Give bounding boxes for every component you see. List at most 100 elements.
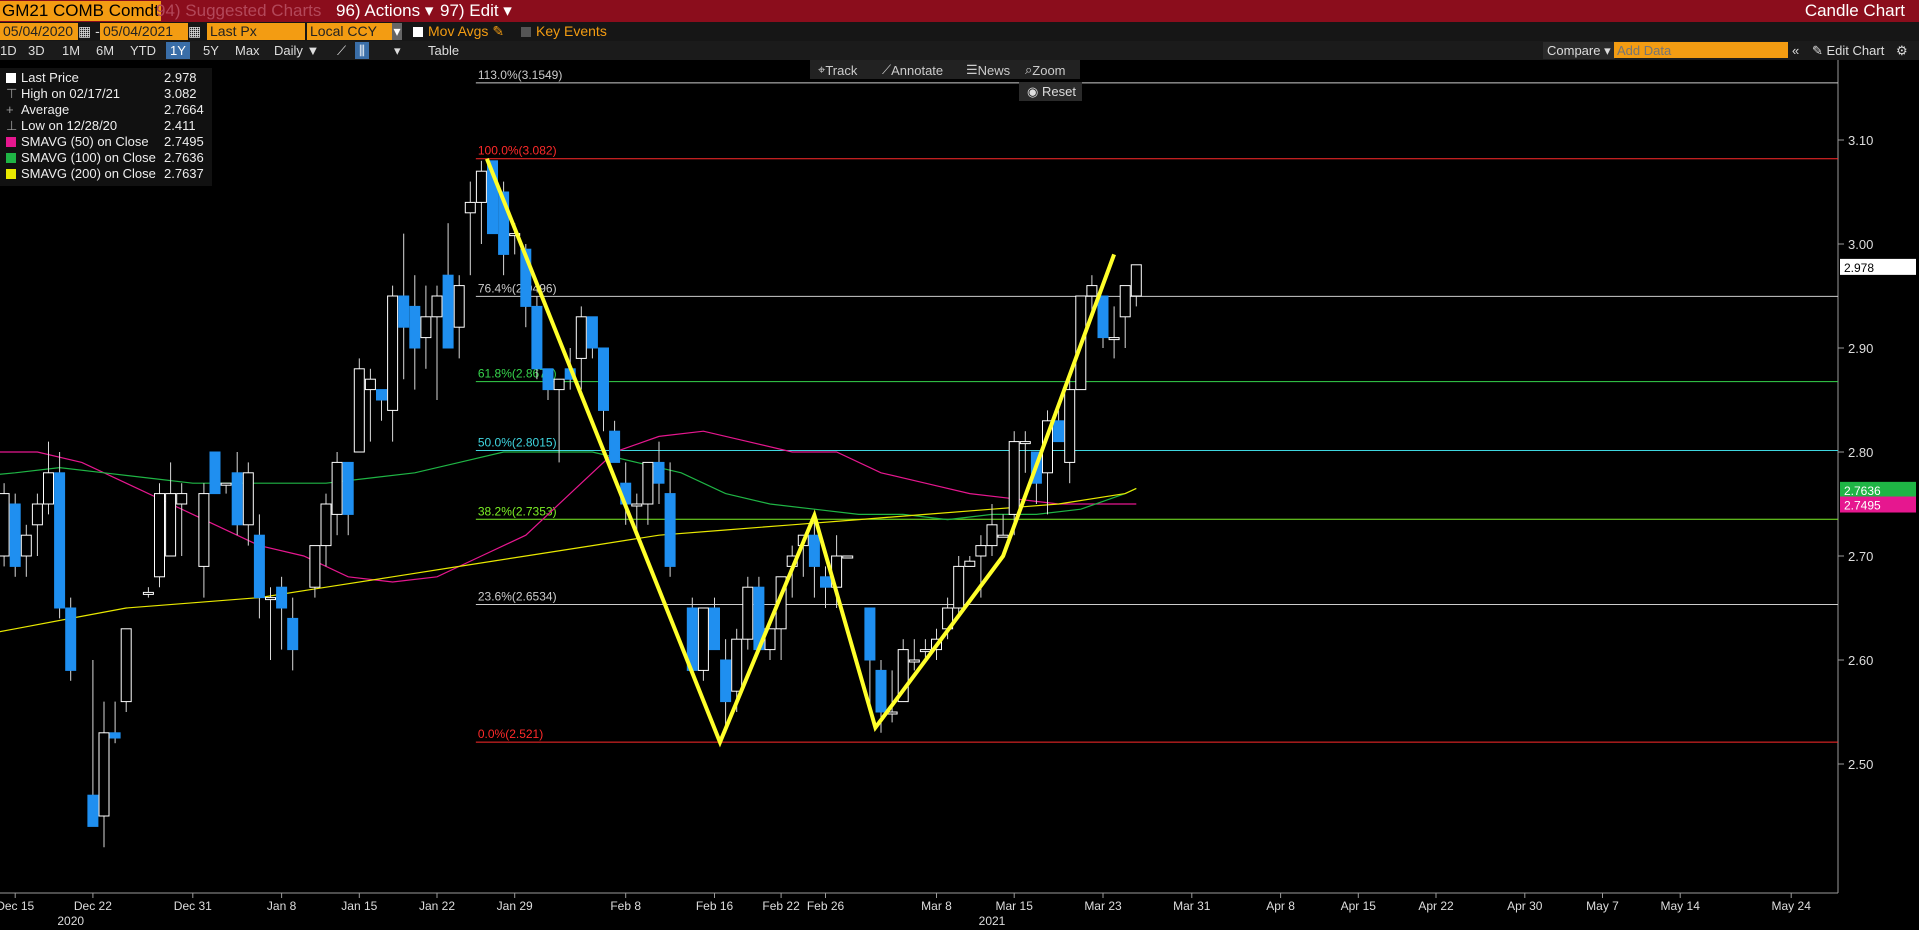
legend-swatch — [6, 169, 16, 179]
candle-body — [287, 617, 299, 651]
range-max[interactable]: Max — [235, 42, 260, 59]
chevron-down-icon[interactable]: ▾ — [394, 42, 401, 59]
candle-body — [642, 461, 654, 505]
legend-value: 2.7636 — [164, 150, 204, 165]
line-chart-icon[interactable]: ⟋ — [337, 42, 346, 59]
range-6m[interactable]: 6M — [96, 42, 114, 59]
calendar-icon[interactable]: ▦ — [188, 23, 201, 40]
key-events-toggle[interactable]: Key Events — [521, 23, 607, 40]
x-tick-label: Apr 15 — [1341, 899, 1377, 913]
candle-body — [598, 347, 609, 411]
candle-body — [820, 576, 831, 588]
candle-body — [353, 368, 365, 453]
candle-body — [542, 368, 554, 391]
candle-body — [453, 285, 465, 328]
legend-sma50: SMAVG (50) on Close — [6, 134, 149, 150]
currency-select[interactable]: Local CCY — [307, 23, 398, 40]
candle-body — [709, 607, 720, 651]
candle-body — [464, 201, 476, 214]
candle-body — [20, 534, 32, 557]
legend-sma200: SMAVG (200) on Close — [6, 166, 156, 182]
mov-avgs-label: Mov Avgs — [428, 23, 489, 39]
y-tick-label: 2.70 — [1848, 549, 1873, 564]
x-tick-label: Mar 15 — [996, 899, 1034, 913]
price-field-select[interactable]: Last Px — [207, 23, 305, 40]
candle-body — [87, 794, 99, 827]
candle-body — [409, 305, 421, 349]
compare-menu[interactable]: Compare ▾ — [1543, 42, 1615, 59]
chart-settings-bar: 05/04/2020 ▦ - 05/04/2021 ▦ Last Px Loca… — [0, 22, 1919, 41]
candle-body — [1064, 389, 1076, 463]
chevron-down-icon[interactable]: ▾ — [392, 23, 402, 40]
start-date-field[interactable]: 05/04/2020 — [0, 23, 78, 40]
candle-body — [54, 472, 66, 609]
x-tick-label: Jan 29 — [497, 899, 533, 913]
fib-level-label: 50.0%(2.8015) — [478, 435, 557, 449]
candle-body — [664, 493, 676, 567]
suggested-charts-menu[interactable]: 94) Suggested Charts — [156, 1, 321, 21]
candle-body — [919, 649, 931, 653]
mov-avgs-toggle[interactable]: Mov Avgs ✎ — [413, 23, 504, 40]
radio-icon: ◉ — [1027, 84, 1039, 99]
price-tag-label: 2.978 — [1844, 261, 1874, 275]
candle-body — [109, 732, 121, 739]
fib-level-label: 38.2%(2.7353) — [478, 504, 557, 518]
candle-body — [1119, 285, 1131, 318]
y-tick-label: 2.50 — [1848, 757, 1873, 772]
add-data-input[interactable] — [1614, 42, 1788, 58]
range-ytd[interactable]: YTD — [130, 42, 156, 59]
x-tick-label: Dec 15 — [0, 899, 35, 913]
news-button[interactable]: ☰ News — [966, 61, 1010, 78]
y-tick-label: 2.60 — [1848, 653, 1873, 668]
table-button[interactable]: Table — [428, 42, 459, 59]
candle-body — [442, 274, 454, 349]
high-marker-icon: ⊤ — [6, 86, 18, 101]
x-tick-label: Mar 8 — [921, 899, 952, 913]
x-tick-label: Feb 22 — [762, 899, 800, 913]
candle-body — [387, 295, 399, 411]
y-tick-label: 3.00 — [1848, 237, 1873, 252]
legend-swatch — [6, 137, 16, 147]
range-5y[interactable]: 5Y — [203, 42, 219, 59]
edit-chart-label: Edit Chart — [1826, 43, 1885, 58]
candle-body — [1130, 264, 1142, 297]
range-1y[interactable]: 1Y — [166, 42, 190, 59]
candle-body — [697, 607, 709, 671]
period-select[interactable]: Daily ▼ — [274, 42, 319, 59]
candle-body — [1086, 285, 1098, 297]
price-chart[interactable]: 2.502.602.702.802.903.003.103.20Dec 15De… — [0, 60, 1919, 930]
candle-body — [842, 555, 854, 559]
candle-body — [276, 586, 288, 609]
end-date-field[interactable]: 05/04/2021 — [100, 23, 188, 40]
range-1m[interactable]: 1M — [62, 42, 80, 59]
candle-body — [808, 534, 820, 567]
reset-button[interactable]: ◉ Reset — [1019, 82, 1082, 101]
range-1d[interactable]: 1D — [0, 42, 17, 59]
security-ticker[interactable]: GM21 COMB Comdt — [0, 1, 161, 21]
year-label: 2021 — [979, 914, 1006, 928]
candle-body — [320, 503, 332, 547]
collapse-icon[interactable]: « — [1792, 42, 1799, 59]
range-3d[interactable]: 3D — [28, 42, 45, 59]
candle-body — [908, 659, 920, 663]
candle-body — [1097, 295, 1109, 339]
annotate-button[interactable]: ⟋ Annotate — [882, 61, 943, 78]
candle-body — [575, 316, 587, 359]
candle-chart-icon[interactable]: ⫼ — [355, 42, 369, 59]
x-tick-label: Apr 8 — [1266, 899, 1295, 913]
x-tick-label: Apr 30 — [1507, 899, 1543, 913]
chart-type-title: Candle Chart — [1804, 1, 1905, 20]
price-tag-label: 2.7495 — [1844, 499, 1881, 513]
legend-value: 2.7637 — [164, 166, 204, 181]
candle-body — [586, 316, 598, 349]
calendar-icon[interactable]: ▦ - — [78, 23, 100, 40]
edit-menu[interactable]: 97) Edit ▾ — [440, 1, 512, 21]
settings-icon[interactable]: ⚙ — [1896, 42, 1908, 59]
actions-menu[interactable]: 96) Actions ▾ — [336, 1, 433, 21]
candle-body — [331, 461, 343, 515]
zoom-button[interactable]: ⌕ Zoom — [1025, 61, 1066, 78]
x-tick-label: Jan 15 — [341, 899, 377, 913]
candle-body — [265, 597, 276, 601]
edit-chart-button[interactable]: ✎ Edit Chart — [1812, 42, 1884, 59]
track-button[interactable]: ⌖ Track — [818, 61, 857, 78]
